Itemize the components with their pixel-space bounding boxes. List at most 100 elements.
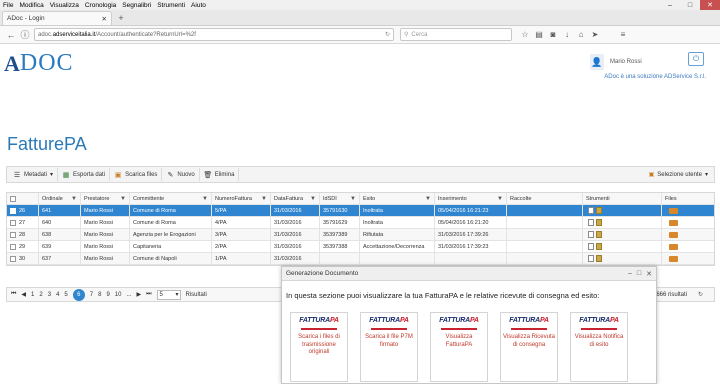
home-icon[interactable]: ⌂ — [574, 30, 588, 39]
menu-strumenti[interactable]: Strumenti — [157, 2, 185, 9]
hamburger-menu-icon[interactable]: ≡ — [616, 30, 630, 39]
scarica-files-originali-card[interactable]: FATTURAPA Scarica i files di trasmission… — [290, 312, 348, 382]
file-bundle-icon[interactable] — [669, 231, 678, 238]
filter-icon[interactable]: ▼ — [497, 196, 503, 202]
menu-visualizza[interactable]: Visualizza — [50, 2, 79, 9]
elimina-button[interactable]: 🗑 Elimina — [200, 168, 240, 181]
row-checkbox[interactable] — [10, 243, 16, 250]
document-icon[interactable] — [588, 219, 594, 226]
back-icon[interactable]: ← — [4, 28, 18, 42]
logout-power-icon[interactable]: ⏻ — [688, 52, 704, 66]
close-icon[interactable]: ✕ — [646, 270, 652, 278]
document-icon[interactable] — [588, 207, 594, 214]
prev-page-icon[interactable]: ◀ — [21, 291, 26, 298]
file-bundle-icon[interactable] — [669, 255, 678, 262]
page-link[interactable]: 9 — [106, 292, 109, 298]
filter-icon[interactable]: ▼ — [120, 196, 126, 202]
page-link[interactable]: 2 — [39, 292, 42, 298]
maximize-icon[interactable]: □ — [680, 0, 700, 10]
search-input[interactable]: ⚲ Cerca — [400, 28, 512, 41]
browser-tab[interactable]: ADoc - Login ✕ — [2, 11, 112, 25]
col-numerofattura[interactable]: NumeroFattura ▼ — [212, 193, 271, 204]
reload-icon[interactable]: ↻ — [385, 31, 390, 38]
bookmark-star-icon[interactable]: ☆ — [518, 30, 532, 39]
archive-icon[interactable] — [596, 219, 602, 226]
adoc-logo[interactable]: A DOC — [4, 50, 74, 77]
col-committente[interactable]: Committente ▼ — [130, 193, 212, 204]
row-checkbox[interactable] — [10, 207, 16, 214]
file-bundle-icon[interactable] — [669, 207, 678, 214]
filter-icon[interactable]: ▼ — [310, 196, 316, 202]
col-esito[interactable]: Esito ▼ — [360, 193, 435, 204]
send-icon[interactable]: ➤ — [588, 30, 602, 39]
page-link[interactable]: 5 — [64, 292, 67, 298]
scarica-p7m-card[interactable]: FATTURAPA Scarica il file P7M firmato — [360, 312, 418, 382]
archive-icon[interactable] — [596, 207, 602, 214]
menu-modifica[interactable]: Modifica — [19, 2, 43, 9]
select-all-cell[interactable] — [7, 193, 39, 204]
visualizza-notifica-card[interactable]: FATTURAPA Visualizza Notifica di esito — [570, 312, 628, 382]
row-checkbox[interactable] — [10, 219, 16, 226]
filter-icon[interactable]: ▼ — [425, 196, 431, 202]
col-prestatore[interactable]: Prestatore ▼ — [81, 193, 130, 204]
page-link[interactable]: 7 — [90, 292, 93, 298]
menu-file[interactable]: File — [3, 2, 13, 9]
table-row[interactable]: 26 641 Mario Rossi Comune di Roma 5/PA 3… — [7, 205, 714, 217]
row-checkbox[interactable] — [10, 255, 16, 262]
archive-icon[interactable] — [596, 255, 602, 262]
page-link[interactable]: 4 — [56, 292, 59, 298]
document-icon[interactable] — [588, 255, 594, 262]
menu-aiuto[interactable]: Aiuto — [191, 2, 206, 9]
file-bundle-icon[interactable] — [669, 243, 678, 250]
col-idsdi[interactable]: IdSDI ▼ — [320, 193, 360, 204]
table-row[interactable]: 27 640 Mario Rossi Comune di Roma 4/PA 3… — [7, 217, 714, 229]
col-inserimento[interactable]: Inserimento ▼ — [435, 193, 507, 204]
scarica-files-button[interactable]: ▣ Scarica files — [110, 168, 163, 181]
page-link[interactable]: ... — [126, 292, 131, 298]
table-row[interactable]: 28 638 Mario Rossi Agenzia per le Erogaz… — [7, 229, 714, 241]
file-bundle-icon[interactable] — [669, 219, 678, 226]
minimize-icon[interactable]: – — [628, 270, 632, 278]
row-checkbox[interactable] — [10, 231, 16, 238]
esporta-button[interactable]: ▦ Esporta dati — [58, 168, 111, 181]
close-tab-icon[interactable]: ✕ — [102, 15, 107, 23]
menu-segnalibri[interactable]: Segnalibri — [122, 2, 151, 9]
col-raccolte[interactable]: Raccolte — [507, 193, 583, 204]
table-row[interactable]: 30 637 Mario Rossi Comune di Napoli 1/PA… — [7, 253, 714, 265]
next-page-icon[interactable]: ▶ — [136, 291, 141, 298]
window-close-icon[interactable]: ✕ — [700, 0, 720, 10]
refresh-icon[interactable]: ↻ — [698, 291, 703, 298]
new-tab-button[interactable]: + — [115, 12, 127, 24]
maximize-icon[interactable]: □ — [637, 270, 641, 278]
selezione-utente-button[interactable]: ▣ Selezione utente ▾ — [649, 171, 708, 179]
first-page-icon[interactable]: ⏮ — [11, 291, 16, 298]
col-datafattura[interactable]: DataFattura ▼ — [271, 193, 320, 204]
last-page-icon[interactable]: ⏭ — [146, 291, 151, 298]
metadati-button[interactable]: ☰ Metadati ▾ — [9, 168, 59, 181]
document-icon[interactable] — [588, 243, 594, 250]
pocket-icon[interactable]: ◙ — [546, 30, 560, 39]
filter-icon[interactable]: ▼ — [261, 196, 267, 202]
document-icon[interactable] — [588, 231, 594, 238]
minimize-icon[interactable]: – — [660, 0, 680, 10]
filter-icon[interactable]: ▼ — [71, 196, 77, 202]
page-link[interactable]: 10 — [115, 292, 122, 298]
page-link[interactable]: 1 — [31, 292, 34, 298]
archive-icon[interactable] — [596, 231, 602, 238]
current-page[interactable]: 6 — [72, 288, 85, 301]
visualizza-ricevuta-card[interactable]: FATTURAPA Visualizza Ricevuta di consegn… — [500, 312, 558, 382]
info-icon[interactable]: ⓘ — [18, 28, 32, 42]
menu-cronologia[interactable]: Cronologia — [85, 2, 116, 9]
download-icon[interactable]: ↓ — [560, 30, 574, 39]
page-link[interactable]: 8 — [98, 292, 101, 298]
filter-icon[interactable]: ▼ — [350, 196, 356, 202]
archive-icon[interactable] — [596, 243, 602, 250]
page-link[interactable]: 3 — [48, 292, 51, 298]
table-row[interactable]: 29 639 Mario Rossi Capitaneria 2/PA 31/0… — [7, 241, 714, 253]
page-size-select[interactable]: 5 ▾ — [156, 289, 181, 300]
select-all-checkbox[interactable] — [10, 195, 16, 202]
clipboard-icon[interactable]: ▤ — [532, 30, 546, 39]
nuovo-button[interactable]: ✎ Nuovo — [162, 168, 200, 181]
visualizza-fatturapa-card[interactable]: FATTURAPA Visualizza FatturaPA — [430, 312, 488, 382]
url-bar[interactable]: adoc. adserviceitalia.it/Account/authenti… — [34, 28, 394, 41]
